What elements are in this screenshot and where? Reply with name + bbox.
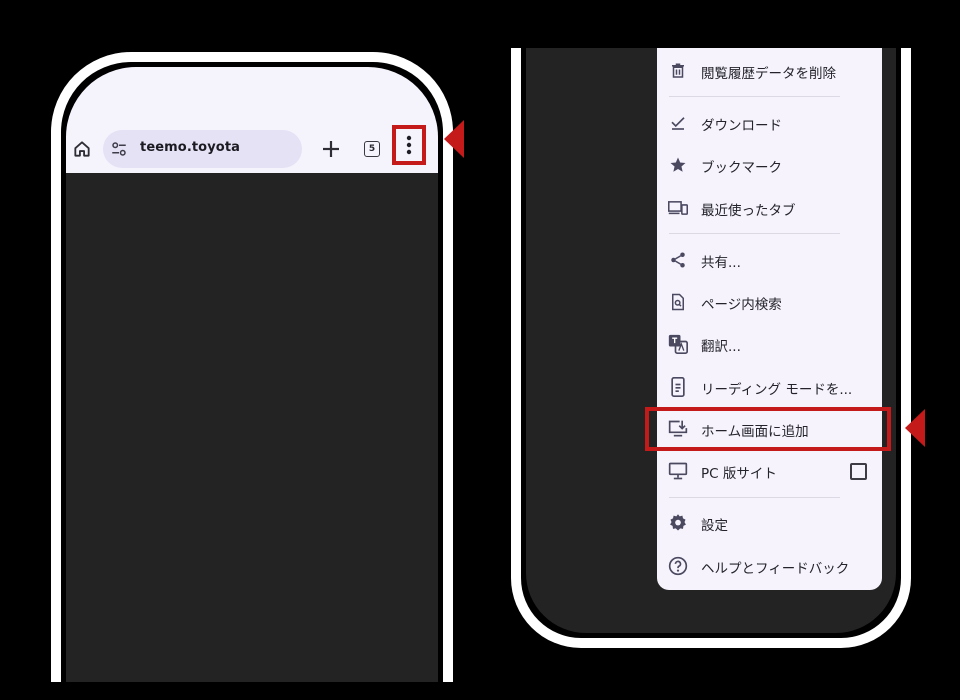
more-vert-icon bbox=[406, 135, 412, 155]
find-in-page-icon bbox=[672, 293, 684, 311]
menu-item-downloads[interactable]: ダウンロード bbox=[657, 103, 882, 143]
menu-item-label: 翻訳... bbox=[701, 339, 741, 355]
reading-mode-icon bbox=[671, 377, 685, 397]
menu-item-bookmarks[interactable]: ブックマーク bbox=[657, 145, 882, 185]
trash-icon bbox=[672, 63, 684, 78]
site-settings-icon[interactable] bbox=[110, 140, 128, 158]
pointer-arrow-menu-button bbox=[444, 120, 464, 158]
menu-item-label: 設定 bbox=[701, 518, 728, 534]
menu-divider bbox=[669, 233, 840, 234]
new-tab-button[interactable] bbox=[314, 132, 348, 166]
menu-item-translate[interactable]: 翻訳... bbox=[657, 324, 882, 364]
browser-toolbar: teemo.toyota 5 bbox=[66, 125, 438, 173]
menu-item-label: 共有... bbox=[701, 255, 741, 271]
star-icon bbox=[670, 157, 686, 172]
menu-item-desktop-site[interactable]: PC 版サイト bbox=[657, 451, 882, 491]
menu-item-recent-tabs[interactable]: 最近使ったタブ bbox=[657, 188, 882, 228]
menu-item-label: ページ内検索 bbox=[701, 297, 782, 313]
menu-item-clear-history[interactable]: 閲覧履歴データを削除 bbox=[657, 51, 882, 91]
highlight-add-to-home bbox=[645, 407, 891, 451]
menu-item-help[interactable]: ヘルプとフィードバック bbox=[657, 546, 882, 586]
menu-item-reading-mode[interactable]: リーディング モードを... bbox=[657, 367, 882, 407]
home-button[interactable] bbox=[66, 133, 98, 165]
status-bar bbox=[66, 67, 438, 125]
address-bar[interactable]: teemo.toyota bbox=[103, 130, 302, 168]
share-icon bbox=[671, 252, 685, 268]
gear-icon bbox=[670, 514, 686, 531]
menu-item-label: リーディング モードを... bbox=[701, 382, 853, 398]
devices-icon bbox=[668, 201, 688, 215]
menu-item-label: ダウンロード bbox=[701, 118, 782, 134]
menu-item-label: 閲覧履歴データを削除 bbox=[701, 66, 836, 82]
left-phone-screen: teemo.toyota 5 bbox=[66, 67, 438, 682]
translate-icon bbox=[668, 334, 688, 354]
home-icon bbox=[74, 141, 90, 157]
url-text: teemo.toyota bbox=[140, 140, 241, 155]
overflow-menu: 閲覧履歴データを削除 ダウンロード ブックマーク 最近使ったタブ 共有... ペ… bbox=[657, 48, 882, 590]
tab-count: 5 bbox=[364, 141, 380, 157]
menu-item-label: ブックマーク bbox=[701, 160, 782, 176]
plus-icon bbox=[323, 141, 339, 157]
menu-item-settings[interactable]: 設定 bbox=[657, 503, 882, 543]
desktop-icon bbox=[668, 462, 688, 480]
more-menu-button[interactable] bbox=[392, 125, 426, 165]
desktop-site-checkbox[interactable] bbox=[850, 463, 867, 480]
menu-item-label: PC 版サイト bbox=[701, 466, 777, 482]
left-phone-frame: teemo.toyota 5 bbox=[51, 52, 453, 682]
menu-item-label: ヘルプとフィードバック bbox=[701, 561, 850, 577]
menu-divider bbox=[669, 497, 840, 498]
pointer-arrow-add-to-home bbox=[905, 409, 925, 447]
menu-item-label: 最近使ったタブ bbox=[701, 203, 796, 219]
tab-switcher-button[interactable]: 5 bbox=[360, 137, 384, 161]
download-done-icon bbox=[671, 117, 685, 130]
menu-item-share[interactable]: 共有... bbox=[657, 240, 882, 280]
menu-item-find-in-page[interactable]: ページ内検索 bbox=[657, 282, 882, 322]
help-icon bbox=[668, 556, 688, 576]
menu-divider bbox=[669, 96, 840, 97]
